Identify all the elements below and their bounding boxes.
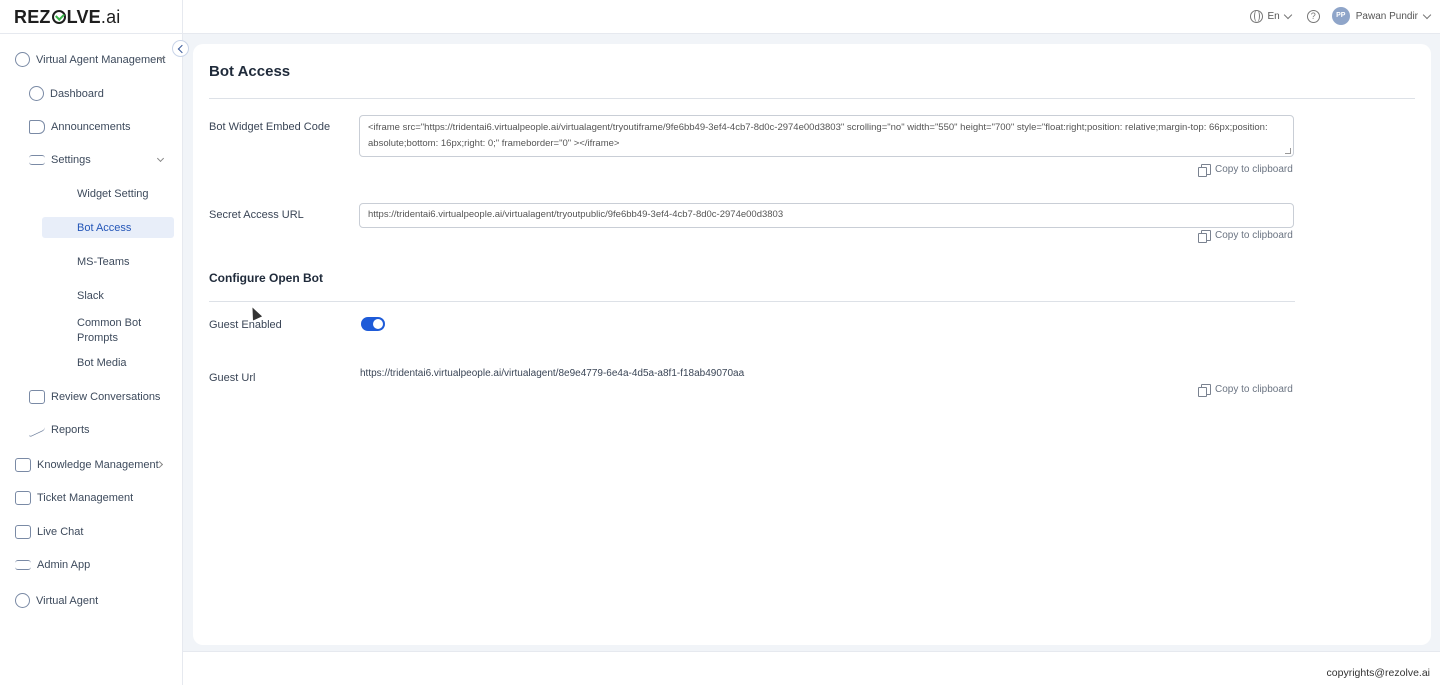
- book-icon: [15, 458, 31, 472]
- headset-icon: [15, 593, 30, 608]
- copy-guest-url-button[interactable]: Copy to clipboard: [1198, 384, 1293, 397]
- chat-icon: [15, 525, 31, 539]
- sidebar-item-label: Review Conversations: [51, 391, 161, 403]
- sidebar-item-ticket-management[interactable]: Ticket Management: [15, 491, 133, 505]
- copy-label: Copy to clipboard: [1215, 164, 1293, 175]
- sidebar-group-label: Virtual Agent Management: [36, 53, 166, 66]
- copy-label: Copy to clipboard: [1215, 384, 1293, 395]
- guest-url-label: Guest Url: [209, 372, 256, 384]
- settings-icon: [29, 155, 45, 165]
- secret-url-input[interactable]: https://tridentai6.virtualpeople.ai/virt…: [359, 203, 1294, 228]
- sidebar-item-widget-setting[interactable]: Widget Setting: [77, 188, 149, 200]
- sidebar-item-virtual-agent[interactable]: Virtual Agent: [15, 593, 98, 608]
- agents-icon: [15, 52, 30, 67]
- help-icon[interactable]: ?: [1306, 9, 1320, 23]
- copy-icon: [1198, 230, 1211, 243]
- globe-icon: [1249, 9, 1263, 23]
- megaphone-icon: [29, 120, 45, 134]
- secret-url-label: Secret Access URL: [209, 209, 304, 221]
- guest-url-value: https://tridentai6.virtualpeople.ai/virt…: [360, 368, 745, 379]
- logo-suffix: .ai: [100, 7, 121, 27]
- footer: copyrights@rezolve.ai: [183, 651, 1440, 685]
- collapse-sidebar-button[interactable]: [172, 40, 189, 57]
- sidebar-group-virtual-agent-management[interactable]: Virtual Agent Management: [15, 52, 165, 67]
- sidebar-item-label: Settings: [51, 154, 91, 166]
- embed-code-label: Bot Widget Embed Code: [209, 121, 331, 133]
- copy-icon: [1198, 384, 1211, 397]
- top-header: REZ LVE.ai En ? PP Pawan Pundir: [0, 0, 1440, 34]
- logo-text-start: REZ: [14, 7, 51, 27]
- user-name[interactable]: Pawan Pundir: [1356, 11, 1418, 22]
- rezolve-logo[interactable]: REZ LVE.ai: [14, 7, 121, 28]
- sidebar-item-reports[interactable]: Reports: [29, 422, 90, 438]
- sidebar-item-label: Reports: [51, 424, 90, 436]
- sidebar-item-live-chat[interactable]: Live Chat: [15, 525, 83, 539]
- header-actions: En ? PP Pawan Pundir: [1249, 7, 1432, 25]
- ticket-icon: [15, 491, 31, 505]
- language-label: En: [1267, 10, 1280, 22]
- copyright-text: copyrights@rezolve.ai: [1326, 667, 1430, 679]
- sidebar-item-label: Admin App: [37, 559, 91, 571]
- section-divider: [209, 301, 1295, 302]
- chevron-down-icon: [1283, 10, 1292, 19]
- copy-label: Copy to clipboard: [1215, 230, 1293, 241]
- copy-icon: [1198, 164, 1211, 177]
- avatar[interactable]: PP: [1331, 7, 1350, 25]
- chat-review-icon: [29, 390, 45, 404]
- sidebar-item-settings[interactable]: Settings: [29, 154, 91, 166]
- page-title: Bot Access: [209, 63, 291, 80]
- sidebar-item-slack[interactable]: Slack: [77, 290, 104, 302]
- sidebar-item-ms-teams[interactable]: MS-Teams: [77, 256, 130, 268]
- sidebar-item-announcements[interactable]: Announcements: [29, 120, 131, 134]
- sidebar-item-label: Virtual Agent: [36, 594, 99, 607]
- sidebar-item-admin-app[interactable]: Admin App: [15, 559, 90, 571]
- sidebar-item-review-conversations[interactable]: Review Conversations: [29, 390, 160, 404]
- user-menu-chevron-icon[interactable]: [1422, 10, 1432, 19]
- language-selector[interactable]: En: [1249, 9, 1292, 23]
- sidebar-item-label: Ticket Management: [37, 492, 134, 504]
- trend-icon: [29, 422, 45, 438]
- sidebar-item-label: Announcements: [51, 121, 131, 133]
- guest-enabled-toggle[interactable]: [361, 317, 385, 331]
- sidebar-item-label: Dashboard: [50, 87, 104, 100]
- sidebar-item-dashboard[interactable]: Dashboard: [29, 86, 104, 101]
- dashboard-icon: [29, 86, 44, 101]
- embed-code-value: <iframe src="https://tridentai6.virtualp…: [368, 122, 1268, 149]
- sidebar-item-common-bot-prompts[interactable]: Common Bot Prompts: [77, 316, 157, 346]
- embed-code-textarea[interactable]: <iframe src="https://tridentai6.virtualp…: [359, 115, 1294, 157]
- copy-embed-code-button[interactable]: Copy to clipboard: [1198, 164, 1293, 177]
- sidebar-item-bot-media[interactable]: Bot Media: [77, 357, 127, 369]
- configure-open-bot-title: Configure Open Bot: [209, 271, 323, 285]
- header-divider: [182, 0, 183, 34]
- secret-url-value: https://tridentai6.virtualpeople.ai/virt…: [368, 209, 784, 220]
- logo-text-end: LVE: [66, 7, 101, 27]
- resize-handle-icon[interactable]: [1285, 148, 1291, 154]
- sidebar-item-label: Live Chat: [37, 526, 84, 538]
- guest-enabled-label: Guest Enabled: [209, 319, 282, 331]
- copy-secret-url-button[interactable]: Copy to clipboard: [1198, 230, 1293, 243]
- sidebar-item-bot-access[interactable]: Bot Access: [77, 222, 131, 234]
- title-divider: [209, 98, 1415, 99]
- sliders-icon: [15, 560, 31, 570]
- logo-check-icon: [51, 10, 66, 24]
- sidebar-item-label: Knowledge Management: [37, 459, 159, 471]
- sidebar-item-knowledge-management[interactable]: Knowledge Management: [15, 458, 159, 472]
